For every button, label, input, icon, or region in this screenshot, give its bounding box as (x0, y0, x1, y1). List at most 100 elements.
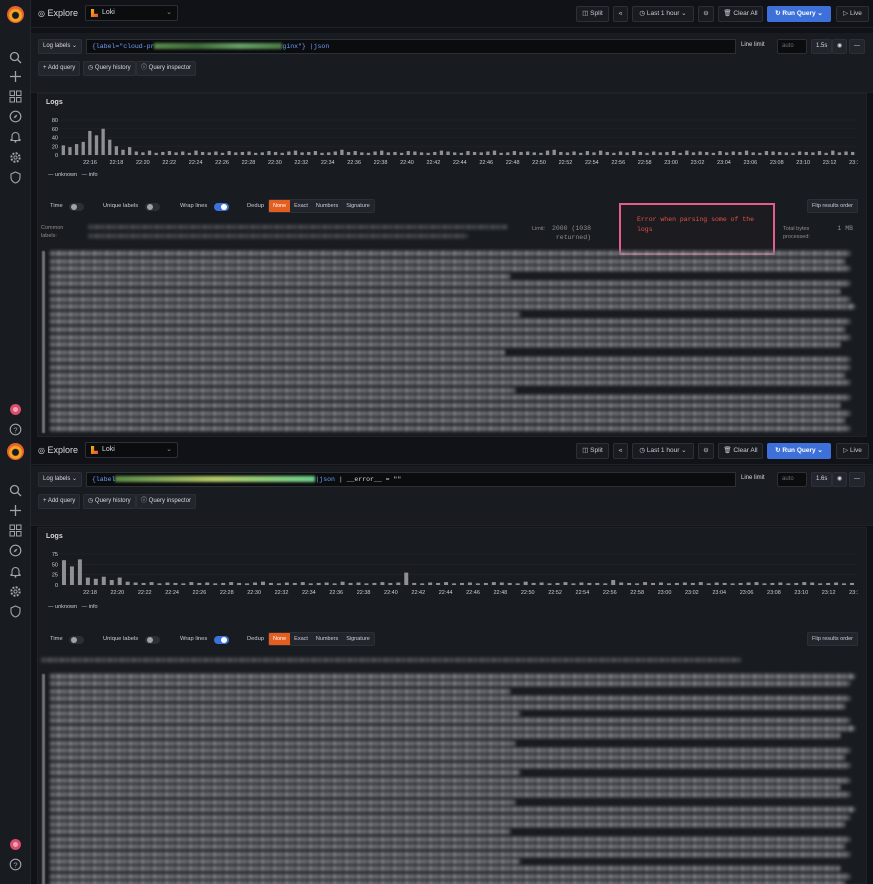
log-row-redacted[interactable] (50, 319, 850, 325)
log-row-redacted[interactable] (50, 372, 845, 378)
log-row-redacted[interactable] (50, 342, 840, 348)
log-row-redacted[interactable] (50, 357, 850, 363)
live-button[interactable]: ▷ Live (836, 443, 869, 459)
wrap-lines-toggle[interactable] (214, 636, 229, 644)
zoom-out-icon[interactable]: ⊖ (698, 6, 714, 22)
log-row-redacted[interactable] (50, 425, 850, 431)
eye-icon[interactable]: ◉ (832, 39, 848, 54)
log-labels-button[interactable]: Log labels ⌄ (38, 472, 83, 487)
user-avatar-icon[interactable] (9, 403, 22, 416)
dedup-exact[interactable]: Exact (290, 633, 312, 645)
log-row-redacted[interactable] (50, 251, 850, 256)
plus-icon[interactable] (9, 70, 22, 83)
log-row-redacted[interactable] (50, 740, 515, 746)
log-row-redacted[interactable] (50, 762, 850, 768)
datasource-picker[interactable]: Loki ⌄ (85, 442, 178, 458)
log-row-redacted[interactable] (50, 403, 840, 408)
clear-all-button[interactable]: 🗑 Clear All (718, 443, 763, 459)
live-button[interactable]: ▷ Live (836, 6, 869, 22)
add-query-button[interactable]: + Add query (38, 61, 81, 76)
gear-icon[interactable] (9, 585, 22, 598)
log-row-redacted[interactable] (50, 829, 510, 835)
dashboards-icon[interactable] (9, 524, 22, 537)
dedup-signature[interactable]: Signature (342, 200, 374, 212)
dedup-none[interactable]: None (269, 200, 291, 212)
shield-icon[interactable] (9, 171, 22, 184)
dedup-numbers[interactable]: Numbers (311, 200, 343, 212)
log-row-redacted[interactable] (50, 718, 850, 724)
query-editor[interactable]: {label="cloud-pr ginx"} |json (86, 39, 736, 54)
log-row-redacted[interactable] (50, 289, 840, 294)
compass-icon[interactable] (9, 110, 22, 123)
dashboards-icon[interactable] (9, 90, 22, 103)
bell-icon[interactable] (9, 565, 22, 578)
log-row-redacted[interactable] (50, 777, 850, 783)
query-history-button[interactable]: ◷ Query history (83, 61, 136, 76)
query-inspector-button[interactable]: ⓘ Query inspector (136, 494, 197, 509)
log-row-redacted[interactable] (50, 258, 845, 264)
share-icon[interactable]: ⪦ (613, 443, 628, 459)
user-avatar-icon[interactable] (9, 838, 22, 851)
log-row-redacted[interactable] (50, 410, 850, 416)
grafana-logo-icon[interactable] (7, 443, 24, 460)
flip-results-button[interactable]: Flip results order (807, 632, 858, 646)
legend-item-unknown[interactable]: — unknown (48, 604, 77, 610)
log-row-redacted[interactable] (50, 725, 855, 731)
unique-labels-toggle[interactable] (145, 203, 160, 211)
log-row-redacted[interactable] (50, 792, 850, 798)
log-row-redacted[interactable] (50, 311, 520, 317)
search-icon[interactable] (9, 51, 22, 64)
log-row-redacted[interactable] (50, 873, 850, 879)
log-row-redacted[interactable] (50, 866, 840, 872)
log-row-redacted[interactable] (50, 681, 850, 687)
log-row-redacted[interactable] (50, 770, 520, 776)
log-row-redacted[interactable] (50, 387, 515, 393)
query-inspector-button[interactable]: ⓘ Query inspector (136, 61, 197, 76)
log-row-redacted[interactable] (50, 859, 520, 864)
run-query-button[interactable]: ↻ Run Query ⌄ (767, 443, 831, 459)
log-row-redacted[interactable] (50, 703, 845, 709)
line-limit-input[interactable]: auto (777, 472, 807, 487)
log-row-redacted[interactable] (50, 418, 845, 424)
share-icon[interactable]: ⪦ (613, 6, 628, 22)
log-row-redacted[interactable] (50, 755, 845, 761)
log-row-redacted[interactable] (50, 349, 505, 355)
shield-icon[interactable] (9, 605, 22, 618)
log-row-redacted[interactable] (50, 807, 855, 813)
split-button[interactable]: ◫ Split (576, 443, 609, 459)
query-editor[interactable]: {label |json | __error__ = "" (86, 472, 736, 487)
log-row-redacted[interactable] (50, 822, 845, 827)
log-row-redacted[interactable] (50, 281, 850, 287)
split-button[interactable]: ◫ Split (576, 6, 609, 22)
log-row-redacted[interactable] (50, 733, 840, 739)
time-range-picker[interactable]: ◷ Last 1 hour ⌄ (632, 443, 694, 459)
log-row-redacted[interactable] (50, 844, 845, 850)
legend-item-info[interactable]: — info (82, 604, 98, 610)
log-row-redacted[interactable] (50, 696, 850, 702)
run-query-button[interactable]: ↻ Run Query ⌄ (767, 6, 831, 22)
dedup-none[interactable]: None (269, 633, 291, 645)
log-row-redacted[interactable] (50, 327, 845, 332)
datasource-picker[interactable]: Loki ⌄ (85, 5, 178, 21)
search-icon[interactable] (9, 484, 22, 497)
remove-query-icon[interactable]: — (849, 472, 865, 487)
log-row-redacted[interactable] (50, 395, 850, 401)
time-toggle[interactable] (69, 203, 84, 211)
log-row-redacted[interactable] (50, 836, 850, 842)
legend-item-unknown[interactable]: — unknown (48, 172, 77, 178)
plus-icon[interactable] (9, 504, 22, 517)
wrap-lines-toggle[interactable] (214, 203, 229, 211)
log-row-redacted[interactable] (50, 851, 850, 857)
dedup-signature[interactable]: Signature (342, 633, 374, 645)
clear-all-button[interactable]: 🗑 Clear All (718, 6, 763, 22)
log-row-redacted[interactable] (50, 674, 855, 679)
add-query-button[interactable]: + Add query (38, 494, 81, 509)
log-row-redacted[interactable] (50, 785, 840, 790)
log-row-redacted[interactable] (50, 380, 850, 386)
eye-icon[interactable]: ◉ (832, 472, 848, 487)
log-row-redacted[interactable] (50, 711, 520, 716)
log-row-redacted[interactable] (50, 266, 850, 272)
log-row-redacted[interactable] (50, 334, 850, 340)
legend-item-info[interactable]: — info (82, 172, 98, 178)
query-history-button[interactable]: ◷ Query history (83, 494, 136, 509)
